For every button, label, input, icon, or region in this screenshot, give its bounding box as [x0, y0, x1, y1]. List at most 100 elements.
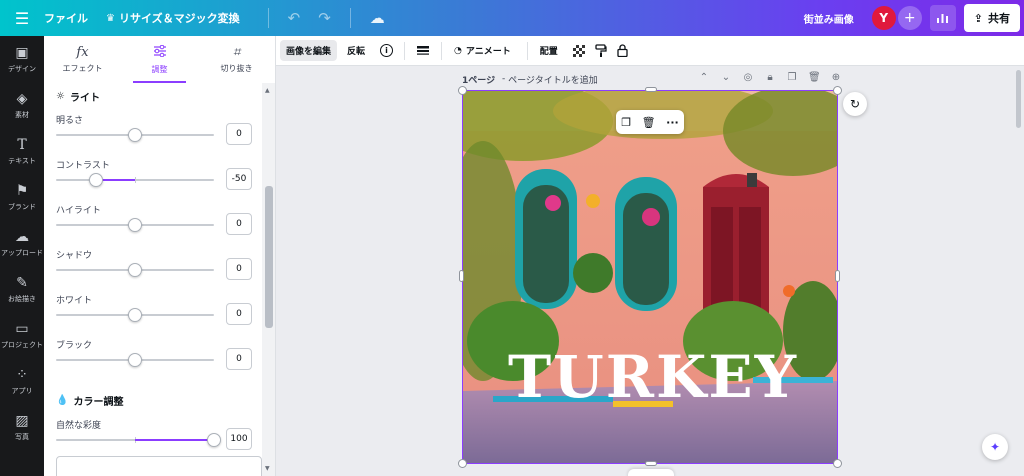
- slider-knob[interactable]: [88, 173, 103, 187]
- hide-eye-icon[interactable]: ◎: [742, 72, 754, 83]
- slider-label: ハイライト: [56, 206, 101, 216]
- slider-knob[interactable]: [128, 128, 142, 142]
- rail-item-elements[interactable]: ◈ 素材: [0, 82, 44, 128]
- sliders-icon: [153, 44, 167, 61]
- chevron-up-icon[interactable]: ⌃: [698, 72, 710, 83]
- cloud-saved-icon[interactable]: ☁: [370, 9, 385, 27]
- slider-knob[interactable]: [128, 218, 142, 232]
- slider-track[interactable]: [56, 218, 214, 232]
- slider-value-input[interactable]: 0: [226, 348, 252, 370]
- refresh-rotate-icon[interactable]: ↻: [843, 92, 867, 116]
- flip-button[interactable]: 反転: [341, 40, 371, 61]
- folder-icon: ▭: [15, 320, 29, 337]
- panel-content: ☼ ライト 明るさ 0 コントラスト -50 ハイライト 0 シャドウ 0 ホワイト 0 ブラック 0…: [44, 83, 262, 476]
- scroll-thumb[interactable]: [265, 186, 273, 328]
- apps-icon: ⁘: [16, 366, 28, 383]
- info-icon[interactable]: i: [380, 44, 394, 57]
- resize-magic-button[interactable]: ♛ リサイズ＆マジック変換: [106, 10, 240, 26]
- page-actions: ⌃ ⌄ ◎ 🔒︎ ❐ 🗑︎ ⊕: [698, 72, 842, 83]
- avatar[interactable]: Y: [871, 6, 896, 30]
- slider-value-input[interactable]: 0: [226, 123, 252, 145]
- rail-item-text[interactable]: T テキスト: [0, 128, 44, 174]
- resize-handle-nw[interactable]: [458, 86, 467, 95]
- rail-item-photos[interactable]: ▨ 写真: [0, 404, 44, 450]
- street-photo[interactable]: TURKEY: [463, 91, 838, 464]
- page-header: 1ページ - ページタイトルを追加 ⌃ ⌄ ◎ 🔒︎ ❐ 🗑︎ ⊕: [462, 72, 842, 86]
- slider-value-input[interactable]: 100: [226, 428, 252, 450]
- slider-knob[interactable]: [207, 433, 221, 447]
- fx-icon: fx: [76, 45, 89, 60]
- paint-roller-icon[interactable]: [595, 44, 607, 57]
- slider-knob[interactable]: [128, 308, 142, 322]
- upload-icon: ☁: [15, 228, 29, 245]
- analytics-chart-icon[interactable]: [929, 5, 956, 31]
- lock-icon[interactable]: [617, 44, 628, 57]
- undo-icon[interactable]: ↶: [288, 9, 301, 27]
- panel-tabs: fx エフェクト 調整 ⌗ 切り抜き: [44, 36, 275, 83]
- lock-page-icon[interactable]: 🔒︎: [764, 72, 776, 83]
- page-title-input[interactable]: ページタイトルを追加: [508, 73, 598, 86]
- slider-track[interactable]: [56, 128, 214, 142]
- file-menu-button[interactable]: ファイル: [44, 10, 88, 26]
- scroll-down-arrow-icon[interactable]: ▼: [265, 465, 270, 472]
- slider-track[interactable]: [56, 263, 214, 277]
- design-title[interactable]: 街並み画像: [804, 11, 854, 26]
- border-style-icon[interactable]: [416, 45, 430, 57]
- slider-value-input[interactable]: 0: [226, 303, 252, 325]
- transparency-icon[interactable]: [572, 44, 585, 57]
- slider-value-input[interactable]: 0: [226, 213, 252, 235]
- duplicate-icon[interactable]: ❐: [621, 116, 631, 129]
- animate-button[interactable]: ◔ アニメート: [448, 40, 517, 61]
- edit-image-button[interactable]: 画像を編集: [280, 40, 338, 61]
- scroll-up-arrow-icon[interactable]: ▲: [265, 87, 270, 94]
- resize-handle-n[interactable]: [645, 87, 657, 92]
- slider-fill: [135, 439, 214, 441]
- turkey-headline[interactable]: TURKEY: [508, 343, 798, 411]
- more-icon[interactable]: ···: [666, 116, 679, 129]
- slider-label: 明るさ: [56, 116, 84, 126]
- resize-handle-e[interactable]: [835, 270, 840, 282]
- slider-value-input[interactable]: -50: [226, 168, 252, 190]
- tab-adjust[interactable]: 調整: [121, 36, 198, 83]
- tab-crop[interactable]: ⌗ 切り抜き: [198, 36, 275, 83]
- canvas-artboard[interactable]: TURKEY: [462, 90, 838, 464]
- share-button[interactable]: ⇪ 共有: [963, 4, 1020, 32]
- resize-handle-sw[interactable]: [458, 459, 467, 468]
- panel-scrollbar[interactable]: ▲ ▼: [262, 83, 275, 476]
- resize-handle-w[interactable]: [459, 270, 464, 282]
- tab-effects[interactable]: fx エフェクト: [44, 36, 121, 83]
- slider-track[interactable]: [56, 353, 214, 367]
- slider-knob[interactable]: [128, 263, 142, 277]
- trash-icon[interactable]: 🗑︎: [642, 116, 656, 129]
- resize-handle-se[interactable]: [833, 459, 842, 468]
- redo-icon[interactable]: ↷: [318, 9, 331, 27]
- arrange-button[interactable]: 配置: [534, 40, 564, 61]
- slider-track[interactable]: [56, 308, 214, 322]
- droplet-icon: 💧: [56, 395, 69, 406]
- chevron-down-icon[interactable]: ⌄: [720, 72, 732, 83]
- slider-track[interactable]: [56, 433, 221, 447]
- reset-adjustments-button[interactable]: [56, 456, 262, 476]
- draw-icon: ✎: [16, 274, 28, 291]
- rail-item-brand[interactable]: ⚑ ブランド: [0, 174, 44, 220]
- rail-item-draw[interactable]: ✎ お絵描き: [0, 266, 44, 312]
- canvas-scrollbar[interactable]: [1016, 70, 1021, 128]
- rail-item-projects[interactable]: ▭ プロジェクト: [0, 312, 44, 358]
- upload-share-icon: ⇪: [973, 11, 983, 25]
- rail-item-apps[interactable]: ⁘ アプリ: [0, 358, 44, 404]
- pages-drawer-handle[interactable]: [628, 469, 674, 476]
- invite-plus-button[interactable]: +: [897, 6, 922, 30]
- resize-handle-ne[interactable]: [833, 86, 842, 95]
- resize-handle-s[interactable]: [645, 461, 657, 466]
- rail-item-upload[interactable]: ☁ アップロード: [0, 220, 44, 266]
- rail-item-design[interactable]: ▣ デザイン: [0, 36, 44, 82]
- duplicate-page-icon[interactable]: ❐: [786, 72, 798, 83]
- text-icon: T: [17, 136, 27, 153]
- delete-page-icon[interactable]: 🗑︎: [808, 72, 821, 83]
- slider-track[interactable]: [56, 173, 214, 187]
- slider-value-input[interactable]: 0: [226, 258, 252, 280]
- add-page-icon[interactable]: ⊕: [830, 72, 842, 83]
- slider-knob[interactable]: [128, 353, 142, 367]
- magic-sparkle-icon[interactable]: ✦: [982, 434, 1008, 460]
- hamburger-menu-icon[interactable]: ☰: [0, 9, 44, 28]
